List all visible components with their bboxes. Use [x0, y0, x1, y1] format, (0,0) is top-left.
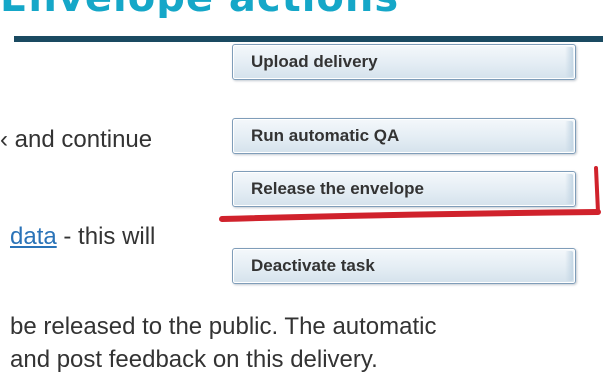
description-line: and post feedback on this delivery. [10, 346, 378, 373]
deactivate-task-button[interactable]: Deactivate task [232, 248, 576, 284]
annotation-underline [219, 209, 601, 222]
header-rule [14, 36, 603, 42]
upload-delivery-button[interactable]: Upload delivery [232, 44, 576, 80]
page-heading: Envelope actions [0, 0, 603, 18]
data-sentence-rest: - this will [56, 223, 156, 250]
description-paragraph: be released to the public. The automatic… [10, 310, 437, 376]
description-line: be released to the public. The automatic [10, 313, 437, 340]
continue-text: ‹ and continue [0, 126, 153, 153]
run-automatic-qa-button[interactable]: Run automatic QA [232, 118, 576, 154]
release-envelope-button[interactable]: Release the envelope [232, 171, 576, 207]
data-sentence: data - this will [10, 223, 155, 251]
annotation-tick [594, 166, 600, 214]
data-link[interactable]: data [10, 223, 57, 250]
